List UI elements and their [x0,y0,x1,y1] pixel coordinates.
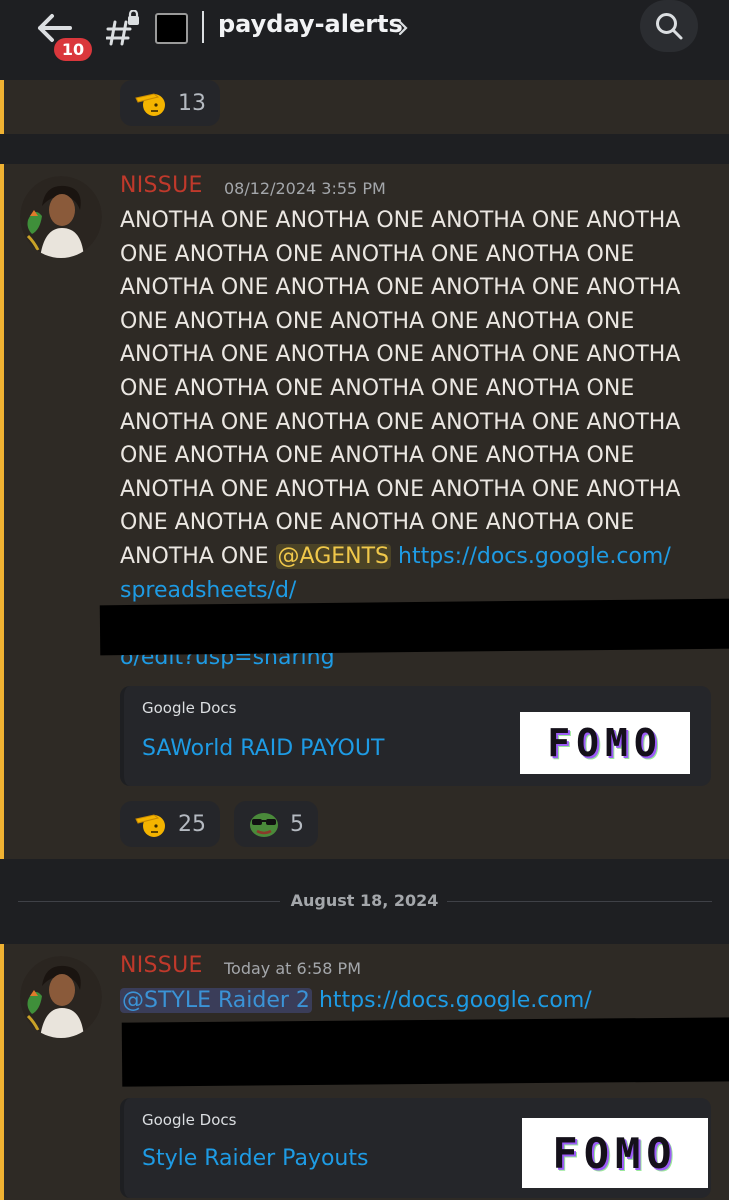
title-divider [202,11,204,43]
chevron-right-icon[interactable] [397,17,409,39]
avatar[interactable] [20,956,102,1038]
saluting-face-icon [135,814,165,837]
search-button[interactable] [640,0,698,52]
redaction-mark [121,1017,729,1087]
message-timestamp: 08/12/2024 3:55 PM [224,179,386,198]
text-line: ANOTHA ONE ANOTHA ONE ANOTHA ONE ANOTHA [120,342,681,368]
text-line: ANOTHA ONE ANOTHA ONE ANOTHA ONE ANOTHA [120,476,681,502]
link-embed[interactable]: Google Docs Style Raider Payouts FOMO [120,1098,711,1198]
text-line: ONE ANOTHA ONE ANOTHA ONE ANOTHA ONE [120,308,635,334]
embed-thumbnail[interactable]: FOMO [522,1118,708,1188]
message-timestamp: Today at 6:58 PM [224,959,361,978]
message-1: NISSUE 08/12/2024 3:55 PM ANOTHA ONE ANO… [0,164,729,859]
text-fragment: ANOTHA ONE [120,543,269,569]
embed-provider: Google Docs [142,699,237,717]
text-line: ONE ANOTHA ONE ANOTHA ONE ANOTHA ONE [120,241,635,267]
message-author[interactable]: NISSUE [120,173,203,198]
channel-name[interactable]: payday-alerts [218,10,403,38]
separator-line [447,901,712,902]
text-line: ONE ANOTHA ONE ANOTHA ONE ANOTHA ONE [120,375,635,401]
unread-badge: 10 [51,35,95,64]
text-line: ANOTHA ONE ANOTHA ONE ANOTHA ONE ANOTHA [120,409,681,435]
saluting-face-icon [135,93,165,116]
text-line: ANOTHA ONE ANOTHA ONE ANOTHA ONE ANOTHA [120,208,681,233]
reaction-count: 5 [290,811,304,837]
date-separator: August 18, 2024 [0,859,729,944]
embed-title[interactable]: SAWorld RAID PAYOUT [142,736,384,761]
text-line: ANOTHA ONE ANOTHA ONE ANOTHA ONE ANOTHA [120,275,681,301]
embed-title[interactable]: Style Raider Payouts [142,1146,368,1171]
text-line: ANOTHA ONE @AGENTS https://docs.google.c… [120,540,720,574]
black-square-emoji-icon [155,13,188,44]
pepe-sunglasses-icon [250,813,278,837]
reaction-count: 13 [178,90,206,116]
text-line: ONE ANOTHA ONE ANOTHA ONE ANOTHA ONE [120,443,635,469]
text-line: @STYLE Raider 2 https://docs.google.com/ [120,984,720,1018]
embed-provider: Google Docs [142,1111,237,1129]
link[interactable]: https://docs.google.com/ [319,988,592,1013]
message-author[interactable]: NISSUE [120,953,203,978]
reaction-button[interactable]: 13 [120,80,220,126]
channel-header: 10 payday-alerts [0,0,729,80]
hash-lock-icon [105,9,140,46]
role-mention[interactable]: @AGENTS [275,543,392,569]
redaction-mark [99,598,729,656]
reaction-button[interactable]: 5 [234,801,318,847]
reaction-count: 25 [178,811,206,837]
previous-message: 13 [0,80,729,134]
text-line: ONE ANOTHA ONE ANOTHA ONE ANOTHA ONE [120,510,635,536]
embed-thumbnail[interactable]: FOMO [520,712,690,774]
search-icon [656,13,683,40]
message-content: @STYLE Raider 2 https://docs.google.com/ [120,984,720,1018]
role-mention[interactable]: @STYLE Raider 2 [120,988,312,1013]
link-embed[interactable]: Google Docs SAWorld RAID PAYOUT FOMO [120,686,711,786]
avatar[interactable] [20,176,102,258]
message-2: NISSUE Today at 6:58 PM @STYLE Raider 2 … [0,944,729,1200]
link[interactable]: https://docs.google.com/ [398,544,671,569]
reaction-button[interactable]: 25 [120,801,220,847]
